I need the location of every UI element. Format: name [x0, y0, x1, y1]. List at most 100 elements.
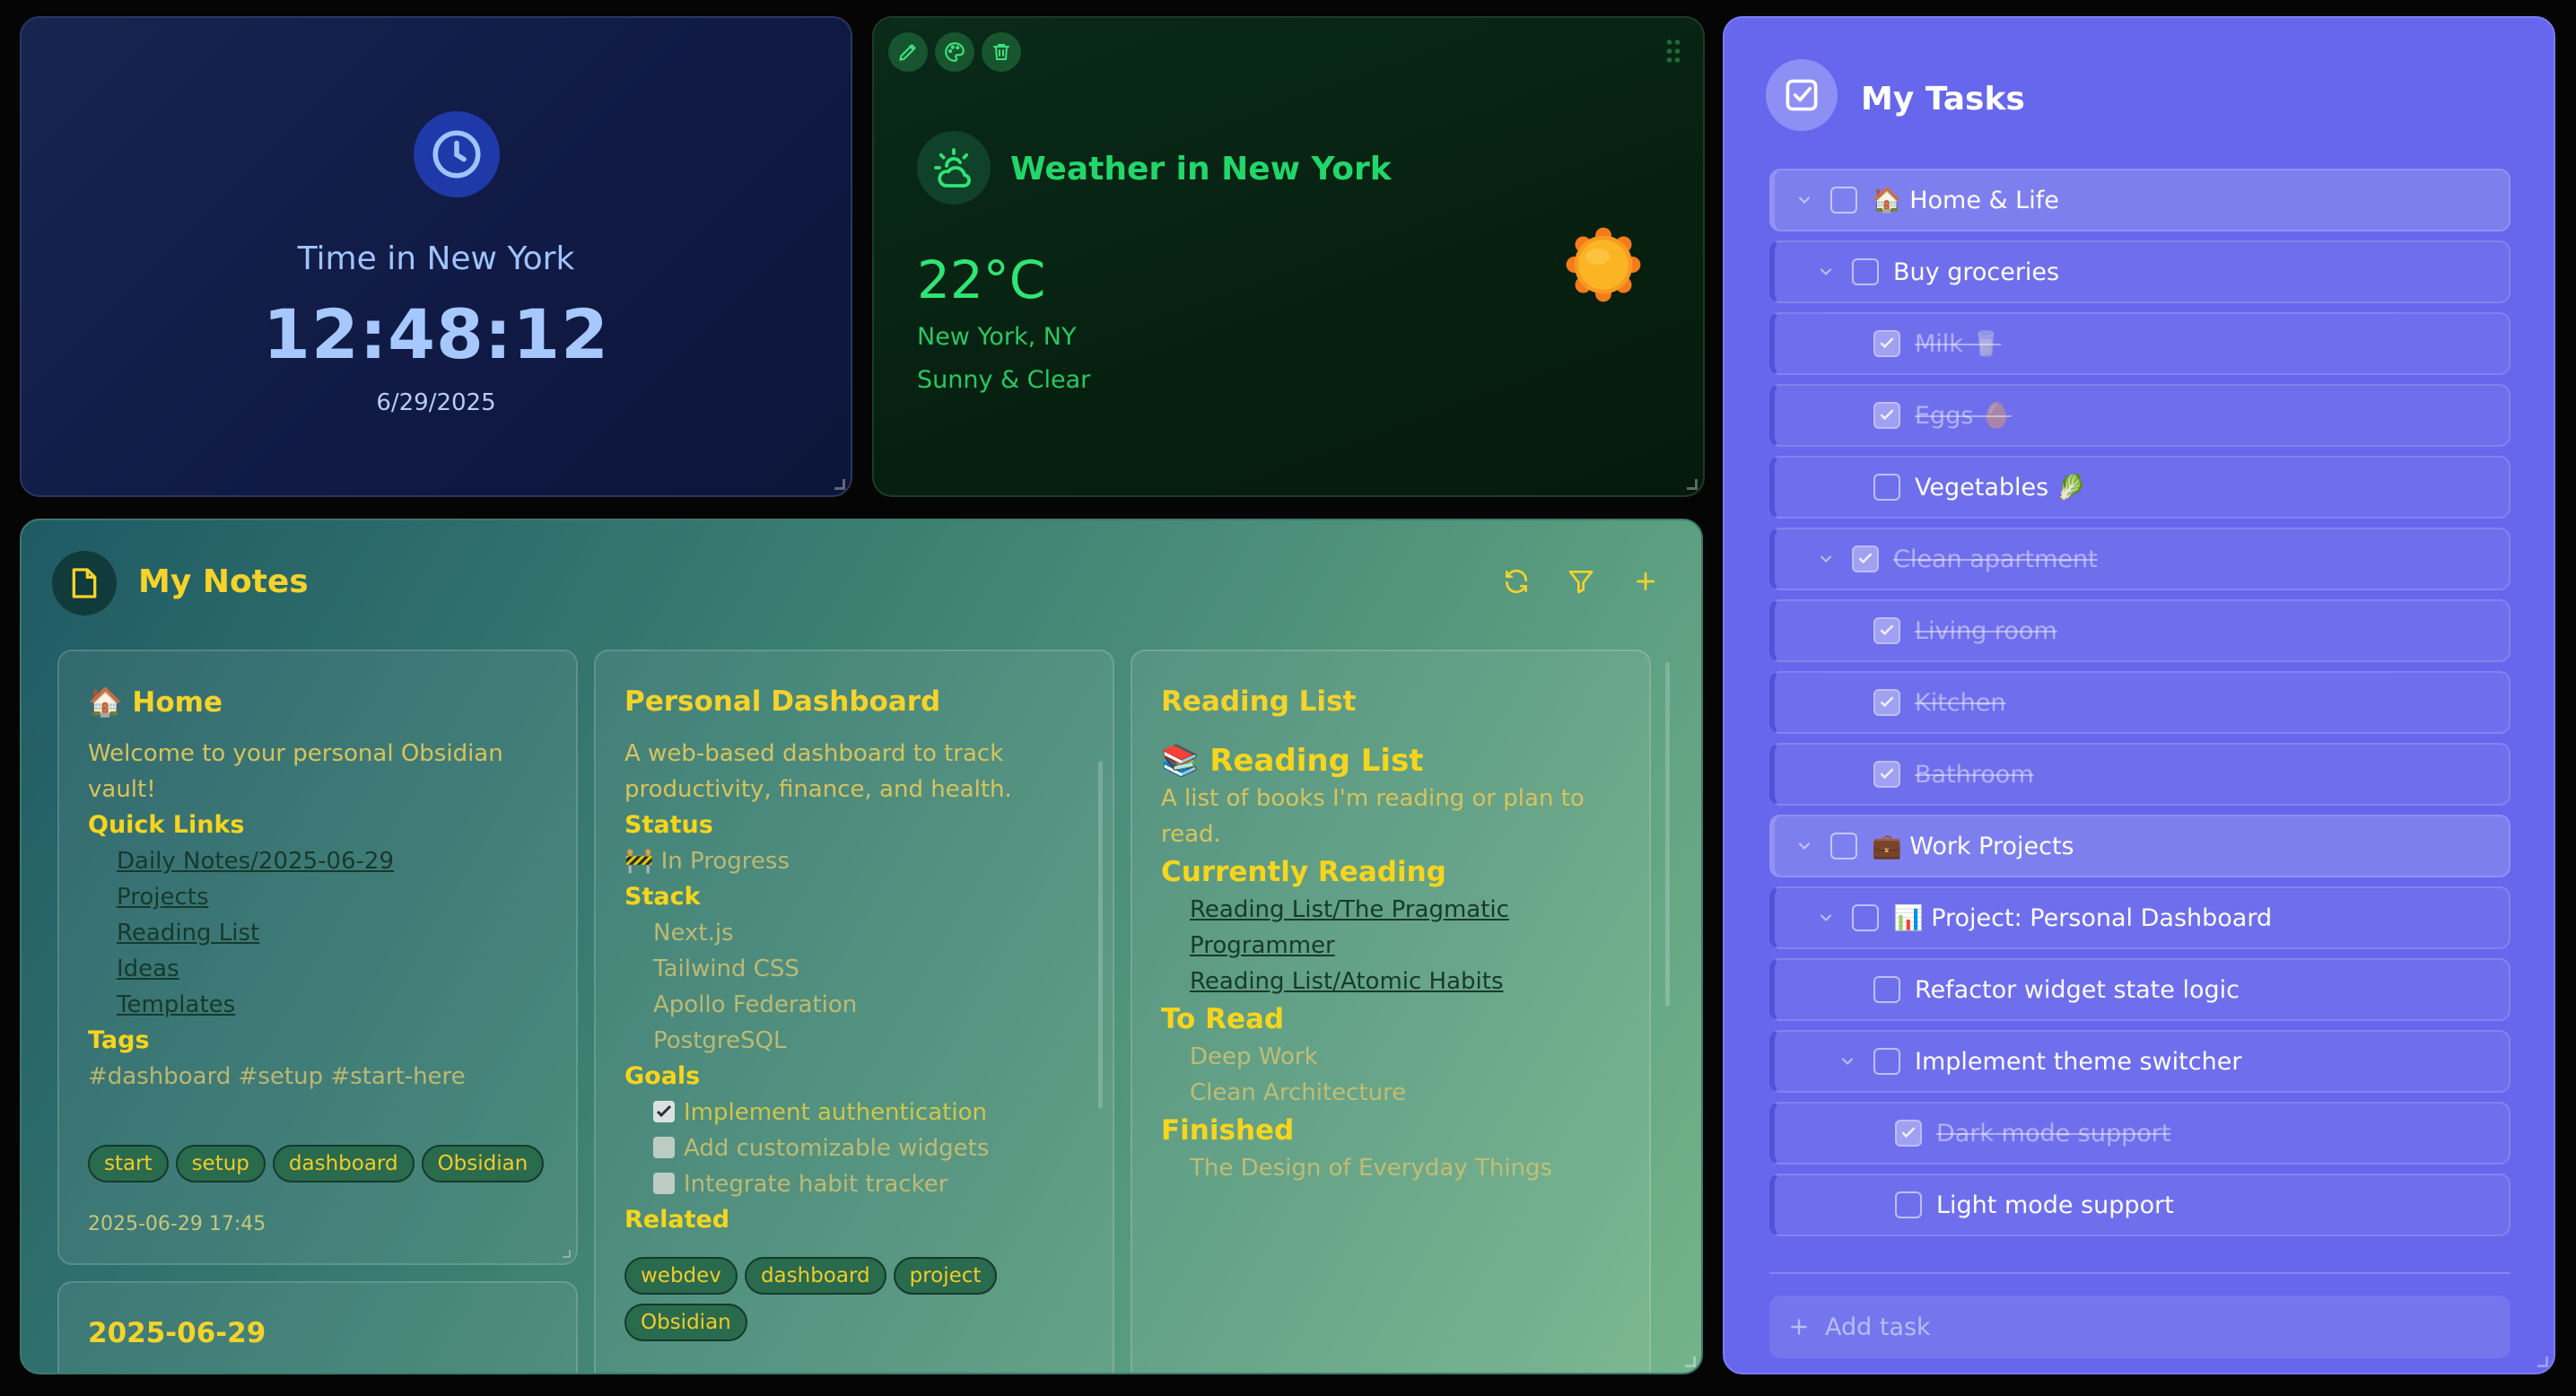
task-checkbox[interactable] [1852, 904, 1879, 931]
scrollbar[interactable] [1098, 761, 1103, 1109]
task-checkbox-checked[interactable] [1895, 1120, 1922, 1147]
task-row[interactable]: Milk 🥛 [1769, 312, 2511, 375]
weather-location: New York, NY [917, 323, 1077, 351]
task-checkbox-checked[interactable] [1852, 545, 1879, 572]
note-link[interactable]: Reading List/The Pragmatic Programmer [1190, 892, 1619, 964]
note-link[interactable]: Templates [117, 987, 554, 1023]
resize-handle[interactable] [1687, 479, 1698, 490]
notes-scrollbar[interactable] [1665, 662, 1670, 1007]
task-checkbox[interactable] [1873, 474, 1900, 501]
resize-handle[interactable] [834, 479, 845, 490]
task-row[interactable]: Light mode support [1769, 1174, 2511, 1236]
task-checkbox[interactable] [1830, 187, 1857, 214]
note-card-home[interactable]: 🏠 Home Welcome to your personal Obsidian… [57, 650, 578, 1265]
task-label: 🏠 Home & Life [1872, 187, 2059, 214]
time-widget-title: Time in New York [297, 240, 575, 277]
task-row[interactable]: Refactor widget state logic [1769, 958, 2511, 1021]
goal-item: Add customizable widgets [653, 1130, 1082, 1166]
task-row[interactable]: Dark mode support [1769, 1102, 2511, 1165]
tag-list: start setup dashboard Obsidian [88, 1145, 551, 1182]
task-label: Vegetables 🥬 [1915, 474, 2087, 502]
tag-chip[interactable]: webdev [624, 1257, 738, 1295]
time-widget: Time in New York 12:48:12 6/29/2025 [20, 16, 852, 497]
tag-chip[interactable]: Obsidian [421, 1145, 545, 1182]
note-link[interactable]: Reading List/Atomic Habits [1190, 964, 1619, 999]
chevron-down-icon[interactable] [1814, 547, 1838, 571]
task-row[interactable]: Eggs 🥚 [1769, 384, 2511, 447]
note-card-reading-list[interactable]: Reading List 📚 Reading List A list of bo… [1131, 650, 1651, 1373]
note-title: Reading List [1161, 685, 1357, 718]
task-checkbox-checked[interactable] [1873, 402, 1900, 429]
hashtags-text: #dashboard #setup #start-here [88, 1063, 466, 1090]
task-checkbox[interactable] [1895, 1191, 1922, 1218]
weather-widget: Weather in New York 22°C New York, NY Su… [872, 16, 1705, 497]
note-link[interactable]: Daily Notes/2025-06-29 [117, 843, 554, 879]
task-checkbox[interactable] [1830, 833, 1857, 859]
task-label: 💼 Work Projects [1872, 833, 2074, 860]
plus-icon[interactable] [1628, 563, 1663, 599]
chevron-down-icon[interactable] [1814, 906, 1838, 929]
filter-icon[interactable] [1563, 563, 1599, 599]
checkbox[interactable] [653, 1137, 675, 1158]
note-link[interactable]: Projects [117, 879, 554, 915]
tasks-widget-title: My Tasks [1861, 81, 2025, 118]
notes-widget: My Notes 🏠 Home Welcome to your personal… [20, 519, 1703, 1374]
tag-chip[interactable]: setup [175, 1145, 266, 1182]
note-icon [52, 551, 117, 615]
task-row[interactable]: 🏠 Home & Life [1769, 169, 2511, 231]
task-checkbox[interactable] [1873, 1048, 1900, 1075]
task-row[interactable]: Clean apartment [1769, 528, 2511, 590]
chevron-down-icon[interactable] [1793, 188, 1816, 212]
note-card-dashboard[interactable]: Personal Dashboard A web-based dashboard… [594, 650, 1114, 1373]
task-row[interactable]: 📊 Project: Personal Dashboard [1769, 886, 2511, 949]
task-row[interactable]: Living room [1769, 599, 2511, 662]
task-label: Buy groceries [1893, 257, 2060, 286]
checkbox[interactable] [653, 1173, 675, 1194]
task-checkbox-checked[interactable] [1873, 617, 1900, 644]
task-checkbox-checked[interactable] [1873, 689, 1900, 716]
task-label: Light mode support [1936, 1191, 2174, 1219]
pencil-icon[interactable] [888, 32, 928, 72]
palette-icon[interactable] [935, 32, 974, 72]
chevron-down-icon[interactable] [1793, 834, 1816, 858]
note-intro: A web-based dashboard to track productiv… [624, 740, 1012, 803]
task-label: Refactor widget state logic [1915, 975, 2240, 1004]
tag-chip[interactable]: dashboard [744, 1257, 886, 1295]
note-link[interactable]: Ideas [117, 951, 554, 987]
resize-handle[interactable] [2537, 1357, 2548, 1367]
trash-icon[interactable] [982, 32, 1021, 72]
tag-chip[interactable]: Obsidian [624, 1304, 747, 1341]
task-checkbox-checked[interactable] [1873, 330, 1900, 357]
task-row[interactable]: Kitchen [1769, 671, 2511, 734]
tag-chip[interactable]: dashboard [272, 1145, 415, 1182]
task-checkbox-checked[interactable] [1873, 761, 1900, 788]
task-checkbox[interactable] [1873, 976, 1900, 1003]
tasks-widget: My Tasks 🏠 Home & Life Buy groceries Milk … [1723, 16, 2555, 1374]
task-label: Kitchen [1915, 688, 2006, 717]
chevron-down-icon[interactable] [1836, 1050, 1859, 1073]
section-heading: Goals [624, 1062, 701, 1090]
task-row[interactable]: Buy groceries [1769, 240, 2511, 303]
note-link[interactable]: Reading List [117, 915, 554, 951]
task-row[interactable]: Implement theme switcher [1769, 1030, 2511, 1093]
add-task-button[interactable]: Add task [1769, 1296, 2511, 1358]
task-row[interactable]: 💼 Work Projects [1769, 815, 2511, 877]
note-title: 2025-06-29 [88, 1317, 266, 1349]
list-item: Clean Architecture [1190, 1079, 1407, 1106]
chevron-down-icon[interactable] [1814, 260, 1838, 284]
date-display: 6/29/2025 [376, 389, 496, 416]
task-label: Living room [1915, 616, 2057, 645]
note-card-daily[interactable]: 2025-06-29 [57, 1281, 578, 1373]
task-row[interactable]: Vegetables 🥬 [1769, 456, 2511, 519]
task-row[interactable]: Bathroom [1769, 743, 2511, 806]
tag-chip[interactable]: start [88, 1145, 169, 1182]
tag-chip[interactable]: project [893, 1257, 998, 1295]
task-label: Bathroom [1915, 760, 2034, 789]
resize-handle[interactable] [1685, 1357, 1696, 1367]
drag-handle-icon[interactable] [1665, 38, 1681, 65]
section-heading: Finished [1161, 1114, 1295, 1147]
refresh-icon[interactable] [1498, 563, 1534, 599]
checkbox-checked[interactable] [653, 1101, 675, 1122]
task-checkbox[interactable] [1852, 258, 1879, 285]
resize-handle[interactable] [563, 1250, 571, 1258]
